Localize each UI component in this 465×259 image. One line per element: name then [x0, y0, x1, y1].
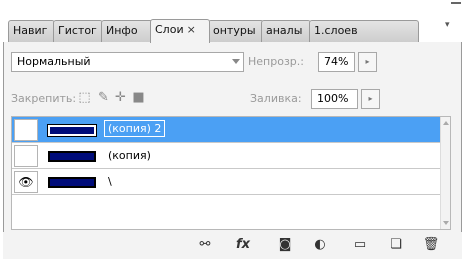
fx-icon[interactable]: fx [233, 236, 253, 254]
adjustment-icon[interactable]: ◐ [310, 236, 330, 254]
fill-input[interactable]: 100% [311, 89, 358, 109]
layer-thumbnail[interactable] [48, 177, 96, 188]
scroll-down-icon[interactable] [443, 221, 449, 225]
scrollbar[interactable] [440, 117, 450, 229]
layer-thumbnail[interactable] [48, 151, 96, 162]
tab-info[interactable]: Инфо [101, 20, 153, 42]
eye-icon: 👁 [18, 175, 34, 189]
layer-name-edit[interactable]: (копия) 2 [104, 120, 166, 137]
tab-paths[interactable]: онтуры [208, 20, 264, 42]
panel-menu-icon[interactable]: ▾ [445, 20, 459, 34]
tab-histogram[interactable]: Гистог [53, 20, 103, 42]
tab-channels[interactable]: аналы [261, 20, 311, 42]
layer-row[interactable]: 👁 \ [12, 169, 450, 195]
link-icon[interactable]: ⚯ [195, 236, 215, 254]
opacity-label: Непрозр.: [248, 55, 304, 68]
lock-position-icon[interactable]: ✛ [113, 90, 128, 105]
lock-transparent-icon[interactable]: ⬚ [77, 90, 92, 105]
tab-bar: Навиг Гистог Инфо Слои × онтуры аналы 1.с… [0, 0, 465, 46]
fill-slider-button[interactable]: ▸ [361, 89, 380, 109]
tab-layers[interactable]: Слои × [150, 19, 210, 43]
layer-thumbnail[interactable] [47, 124, 97, 137]
layers-list: (копия) 2 (копия) 👁 \ [11, 116, 451, 230]
folder-icon[interactable]: ▭ [350, 236, 370, 254]
chevron-down-icon [232, 59, 240, 64]
mask-icon[interactable]: ◙ [275, 236, 295, 254]
lock-image-icon[interactable]: ✎ [96, 90, 111, 105]
tab-navigator[interactable]: Навиг [8, 20, 55, 42]
layer-row[interactable]: (копия) [12, 143, 450, 169]
fill-label: Заливка: [250, 92, 302, 105]
scroll-up-icon[interactable] [443, 121, 449, 125]
lock-all-icon[interactable]: ■ [131, 90, 146, 105]
layer-name[interactable]: \ [108, 175, 112, 188]
layers-panel: Навиг Гистог Инфо Слои × онтуры аналы 1.с… [0, 0, 465, 259]
opacity-input[interactable]: 74% [318, 52, 355, 72]
visibility-toggle[interactable]: 👁 [14, 171, 38, 193]
layer-row[interactable]: (копия) 2 [12, 117, 450, 143]
close-tab-icon[interactable]: × [187, 23, 196, 36]
visibility-toggle[interactable] [14, 119, 38, 141]
opacity-slider-button[interactable]: ▸ [358, 52, 377, 72]
trash-icon[interactable]: 🗑 [421, 236, 441, 254]
new-layer-icon[interactable]: ❏ [386, 236, 406, 254]
blend-mode-select[interactable]: Нормальный [11, 52, 244, 72]
layer-name[interactable]: (копия) [108, 149, 151, 162]
lock-label: Закрепить: [11, 92, 77, 105]
tab-layer-comps[interactable]: 1.слоев [309, 20, 419, 42]
visibility-toggle[interactable] [14, 145, 38, 167]
